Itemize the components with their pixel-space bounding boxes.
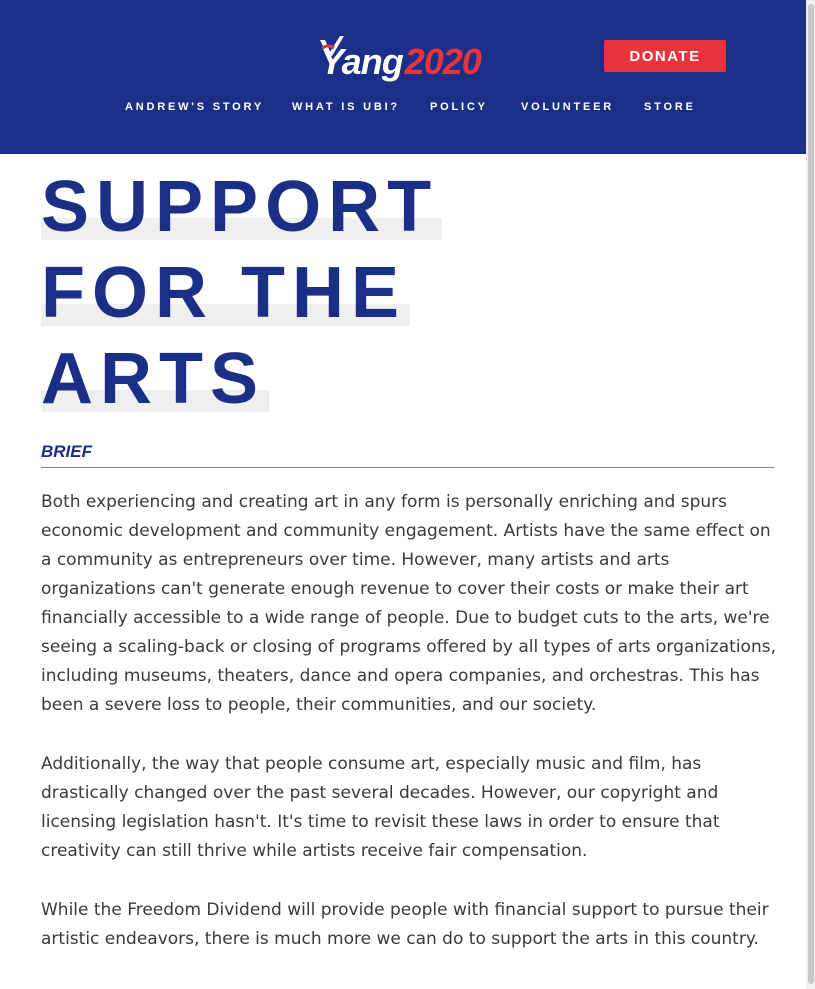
nav-volunteer[interactable]: VOLUNTEER [521, 100, 644, 114]
section-label: BRIEF [41, 442, 92, 461]
section-header: BRIEF [41, 441, 774, 468]
page-title: SUPPORT FOR THE ARTS [41, 164, 443, 422]
paragraph: Additionally, the way that people consum… [41, 754, 720, 861]
title-line: FOR THE [41, 250, 410, 336]
title-line: SUPPORT [41, 164, 443, 250]
site-header: Yang 2020 DONATE ANDREW'S STORY WHAT IS … [0, 0, 815, 154]
main-nav: ANDREW'S STORY WHAT IS UBI? POLICY VOLUN… [125, 100, 704, 114]
title-line: ARTS [41, 336, 269, 422]
scrollbar-thumb[interactable] [808, 4, 814, 984]
nav-store[interactable]: STORE [644, 100, 704, 114]
page: Yang 2020 DONATE ANDREW'S STORY WHAT IS … [0, 0, 815, 989]
nav-policy[interactable]: POLICY [430, 100, 521, 114]
nav-what-is-ubi[interactable]: WHAT IS UBI? [292, 100, 430, 114]
logo[interactable]: Yang 2020 [318, 34, 482, 82]
paragraph: While the Freedom Dividend will provide … [41, 900, 769, 949]
logo-year: 2020 [404, 41, 482, 82]
paragraph: Both experiencing and creating art in an… [41, 492, 776, 715]
nav-andrews-story[interactable]: ANDREW'S STORY [125, 100, 292, 114]
checkmark-flag-icon [320, 36, 344, 56]
donate-button[interactable]: DONATE [604, 40, 726, 72]
article-body: Both experiencing and creating art in an… [41, 488, 781, 984]
scrollbar[interactable] [806, 0, 815, 989]
